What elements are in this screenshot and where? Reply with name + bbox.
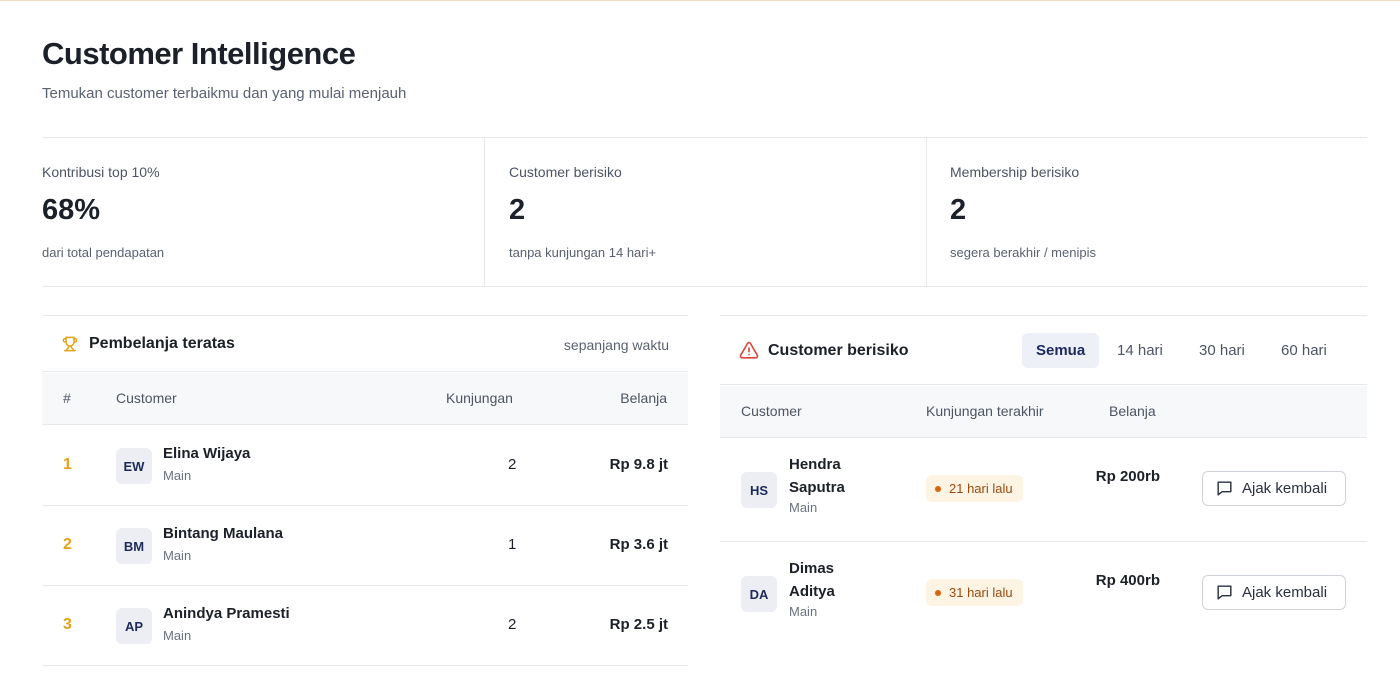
tab-30-hari[interactable]: 30 hari xyxy=(1185,333,1259,368)
customer-branch: Main xyxy=(789,604,818,619)
avatar: BM xyxy=(116,528,152,564)
customer-name: Elina Wijaya xyxy=(163,445,251,462)
column-visits: Kunjungan xyxy=(446,390,513,406)
avatar: AP xyxy=(116,608,152,644)
customer-name: Hendra Saputra xyxy=(789,456,845,496)
spend-amount: Rp 200rb xyxy=(1095,468,1160,485)
visit-count: 2 xyxy=(508,616,517,633)
table-row[interactable]: 3 AP Anindya Pramesti Main 2 Rp 2.5 jt xyxy=(42,586,688,666)
top-spenders-table-header: # Customer Kunjungan Belanja xyxy=(42,373,688,425)
tab-60-hari[interactable]: 60 hari xyxy=(1267,333,1341,368)
column-customer: Customer xyxy=(741,403,802,419)
table-row[interactable]: 2 BM Bintang Maulana Main 1 Rp 3.6 jt xyxy=(42,506,688,586)
invite-back-button[interactable]: Ajak kembali xyxy=(1202,575,1346,610)
rank-number: 1 xyxy=(63,456,72,473)
invite-back-button[interactable]: Ajak kembali xyxy=(1202,471,1346,506)
column-spend: Belanja xyxy=(1109,403,1156,419)
button-label: Ajak kembali xyxy=(1242,480,1328,497)
stat-value: 2 xyxy=(509,194,526,226)
message-icon xyxy=(1217,585,1232,600)
spend-amount: Rp 3.6 jt xyxy=(609,536,668,553)
stats-row: Kontribusi top 10% 68% dari total pendap… xyxy=(42,137,1367,287)
top-spenders-period: sepanjang waktu xyxy=(563,337,669,353)
stat-top-contribution: Kontribusi top 10% 68% dari total pendap… xyxy=(42,138,484,286)
avatar: DA xyxy=(741,576,777,612)
message-icon xyxy=(1217,481,1232,496)
column-spend: Belanja xyxy=(620,390,667,406)
stat-label: Kontribusi top 10% xyxy=(42,164,160,180)
stat-sub: dari total pendapatan xyxy=(42,245,165,260)
last-visit-badge: 21 hari lalu xyxy=(926,475,1023,502)
visit-count: 1 xyxy=(508,536,517,553)
button-label: Ajak kembali xyxy=(1242,584,1328,601)
customer-name: Dimas Aditya xyxy=(789,560,835,600)
customer-name: Anindya Pramesti xyxy=(163,605,290,622)
tab-semua[interactable]: Semua xyxy=(1022,333,1100,368)
stat-sub: tanpa kunjungan 14 hari+ xyxy=(509,245,657,260)
at-risk-header: Customer berisiko Semua 14 hari 30 hari … xyxy=(720,316,1367,385)
last-visit-badge: 31 hari lalu xyxy=(926,579,1023,606)
page-title: Customer Intelligence xyxy=(42,36,356,71)
spend-amount: Rp 2.5 jt xyxy=(609,616,668,633)
at-risk-panel: Customer berisiko Semua 14 hari 30 hari … xyxy=(720,315,1367,676)
last-visit-text: 31 hari lalu xyxy=(949,585,1013,600)
table-row[interactable]: 1 EW Elina Wijaya Main 2 Rp 9.8 jt xyxy=(42,426,688,506)
stat-label: Membership berisiko xyxy=(950,164,1080,180)
column-last-visit: Kunjungan terakhir xyxy=(926,403,1044,419)
customer-branch: Main xyxy=(163,628,192,643)
customer-branch: Main xyxy=(163,548,192,563)
tab-14-hari[interactable]: 14 hari xyxy=(1103,333,1177,368)
stat-label: Customer berisiko xyxy=(509,164,622,180)
status-dot xyxy=(935,589,941,596)
at-risk-title: Customer berisiko xyxy=(768,342,909,359)
column-rank: # xyxy=(63,390,71,406)
table-row[interactable]: DA Dimas Aditya Main 31 hari lalu Rp 400… xyxy=(720,543,1367,646)
top-spenders-title: Pembelanja teratas xyxy=(89,335,235,352)
customer-branch: Main xyxy=(163,468,192,483)
rank-number: 3 xyxy=(63,616,72,633)
top-spenders-header: Pembelanja teratas sepanjang waktu xyxy=(42,316,688,372)
visit-count: 2 xyxy=(508,456,517,473)
avatar: EW xyxy=(116,448,152,484)
status-dot xyxy=(935,485,941,492)
column-customer: Customer xyxy=(116,390,177,406)
rank-number: 2 xyxy=(63,536,72,553)
stat-sub: segera berakhir / menipis xyxy=(950,245,1096,260)
top-spenders-panel: Pembelanja teratas sepanjang waktu # Cus… xyxy=(42,315,688,676)
trophy-icon xyxy=(62,336,78,352)
last-visit-text: 21 hari lalu xyxy=(949,481,1013,496)
stat-membership-at-risk: Membership berisiko 2 segera berakhir / … xyxy=(926,138,1367,286)
at-risk-table-header: Customer Kunjungan terakhir Belanja xyxy=(720,386,1367,438)
page-subtitle: Temukan customer terbaikmu dan yang mula… xyxy=(42,85,407,102)
stat-customers-at-risk: Customer berisiko 2 tanpa kunjungan 14 h… xyxy=(484,138,926,286)
warning-triangle-icon xyxy=(739,341,759,359)
avatar: HS xyxy=(741,472,777,508)
stat-value: 2 xyxy=(950,194,967,226)
spend-amount: Rp 9.8 jt xyxy=(609,456,668,473)
customer-branch: Main xyxy=(789,500,818,515)
stat-value: 68% xyxy=(42,194,101,226)
spend-amount: Rp 400rb xyxy=(1095,572,1160,589)
customer-name: Bintang Maulana xyxy=(163,525,284,542)
table-row[interactable]: HS Hendra Saputra Main 21 hari lalu Rp 2… xyxy=(720,439,1367,542)
